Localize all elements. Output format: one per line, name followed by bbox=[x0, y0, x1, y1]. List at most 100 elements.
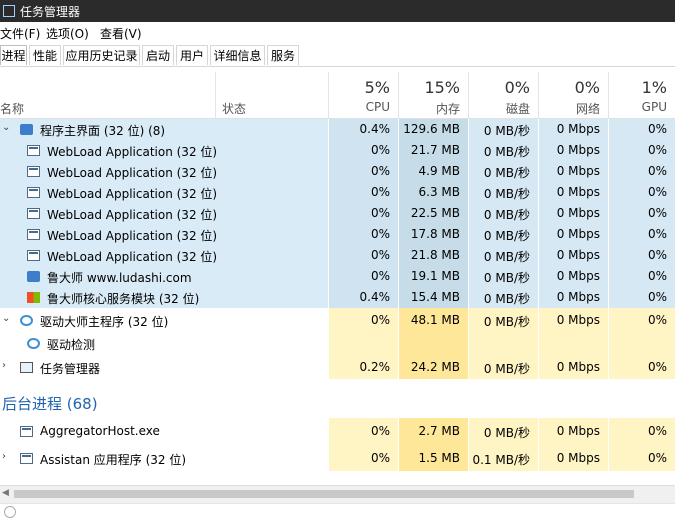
disk-value: 0 MB/秒 bbox=[483, 145, 530, 159]
disk-cell bbox=[468, 332, 538, 355]
process-row[interactable]: WebLoad Application (32 位) 0% 21.7 MB 0 MB/… bbox=[0, 140, 675, 161]
chevron-right-icon[interactable]: › bbox=[2, 360, 6, 371]
gpu-cell: 0% bbox=[608, 161, 675, 182]
process-row[interactable]: WebLoad Application (32 位) 0% 6.3 MB 0 MB/秒… bbox=[0, 182, 675, 203]
cpu-cell: 0.2% bbox=[328, 355, 398, 379]
tab-users[interactable]: 用户 bbox=[176, 45, 208, 65]
tab-startup[interactable]: 启动 bbox=[142, 45, 174, 65]
process-name: WebLoad Application (32 位) bbox=[47, 208, 218, 222]
gpu-value: 0% bbox=[647, 185, 667, 199]
scrollbar-thumb[interactable] bbox=[14, 490, 634, 498]
column-header: 名称 状态 5% CPU 15% 内存 0% 磁盘 0% 网络 1% GPU bbox=[0, 72, 675, 119]
cpu-cell: 0% bbox=[328, 266, 398, 287]
process-name: WebLoad Application (32 位) bbox=[47, 229, 218, 243]
process-row[interactable]: WebLoad Application (32 位) 0% 21.8 MB 0 MB/… bbox=[0, 245, 675, 266]
header-disk[interactable]: 0% 磁盘 bbox=[468, 72, 538, 118]
process-name: Assistan 应用程序 (32 位) bbox=[40, 453, 187, 467]
process-name-cell: ⌄ 程序主界面 (32 位) (8) bbox=[0, 119, 328, 140]
gpu-value: 0% bbox=[647, 122, 667, 136]
process-name-cell: WebLoad Application (32 位) bbox=[0, 245, 328, 266]
net-value: 0 Mbps bbox=[556, 164, 600, 178]
disk-value: 0 MB/秒 bbox=[483, 208, 530, 222]
process-row[interactable]: WebLoad Application (32 位) 0% 22.5 MB 0 MB/… bbox=[0, 203, 675, 224]
mem-cell: 19.1 MB bbox=[398, 266, 468, 287]
process-row[interactable]: AggregatorHost.exe 0% 2.7 MB 0 MB/秒 0 Mbps 0% bbox=[0, 418, 675, 445]
header-network[interactable]: 0% 网络 bbox=[538, 72, 608, 118]
process-row[interactable]: 驱动检测 bbox=[0, 332, 675, 355]
menu-view[interactable]: 查看(V) bbox=[100, 25, 142, 42]
process-row[interactable]: WebLoad Application (32 位) 0% 4.9 MB 0 MB/秒… bbox=[0, 161, 675, 182]
process-row[interactable]: ⌄ 驱动大师主程序 (32 位) 0% 48.1 MB 0 MB/秒 0 Mbps 0% bbox=[0, 308, 675, 332]
app-icon bbox=[27, 271, 40, 282]
disk-cell: 0.1 MB/秒 bbox=[468, 445, 538, 471]
header-gpu[interactable]: 1% GPU bbox=[608, 72, 675, 118]
process-name-cell: WebLoad Application (32 位) bbox=[0, 182, 328, 203]
disk-cell: 0 MB/秒 bbox=[468, 203, 538, 224]
cpu-value: 0% bbox=[370, 451, 390, 465]
mem-value: 22.5 MB bbox=[410, 206, 460, 220]
gpu-value: 0% bbox=[647, 451, 667, 465]
process-row[interactable]: ⌄ 程序主界面 (32 位) (8) 0.4% 129.6 MB 0 MB/秒 0 Mbp… bbox=[0, 119, 675, 140]
mem-cell: 2.7 MB bbox=[398, 418, 468, 445]
header-status[interactable]: 状态 bbox=[215, 72, 328, 118]
disk-cell: 0 MB/秒 bbox=[468, 161, 538, 182]
chevron-down-icon[interactable]: ⌄ bbox=[2, 313, 10, 324]
menu-options[interactable]: 选项(O) bbox=[46, 25, 89, 42]
tab-processes[interactable]: 进程 bbox=[0, 45, 27, 65]
net-value: 0 Mbps bbox=[556, 227, 600, 241]
process-row[interactable]: 鲁大师 www.ludashi.com 0% 19.1 MB 0 MB/秒 0 Mbps… bbox=[0, 266, 675, 287]
process-name: WebLoad Application (32 位) bbox=[47, 250, 218, 264]
tab-app-history[interactable]: 应用历史记录 bbox=[63, 45, 140, 65]
mem-value: 21.8 MB bbox=[410, 248, 460, 262]
net-value: 0 Mbps bbox=[556, 451, 600, 465]
process-name: AggregatorHost.exe bbox=[40, 424, 160, 438]
fewer-details-icon[interactable] bbox=[4, 506, 16, 518]
mem-cell: 1.5 MB bbox=[398, 445, 468, 471]
tab-services[interactable]: 服务 bbox=[267, 45, 299, 65]
process-row[interactable]: WebLoad Application (32 位) 0% 17.8 MB 0 MB/… bbox=[0, 224, 675, 245]
menu-file[interactable]: 文件(F) bbox=[0, 25, 40, 42]
gpu-value: 0% bbox=[647, 248, 667, 262]
chevron-down-icon[interactable]: ⌄ bbox=[2, 122, 10, 133]
mem-cell: 22.5 MB bbox=[398, 203, 468, 224]
header-name[interactable]: 名称 bbox=[0, 72, 215, 118]
gpu-cell: 0% bbox=[608, 245, 675, 266]
header-cpu-percent: 5% bbox=[364, 78, 390, 97]
scroll-left-icon[interactable]: ◀ bbox=[2, 488, 9, 498]
gpu-value: 0% bbox=[647, 290, 667, 304]
chevron-right-icon[interactable]: › bbox=[2, 451, 6, 462]
window-icon bbox=[20, 426, 33, 437]
tab-details[interactable]: 详细信息 bbox=[210, 45, 265, 65]
gpu-cell: 0% bbox=[608, 355, 675, 379]
header-cpu[interactable]: 5% CPU bbox=[328, 72, 398, 118]
cpu-value: 0% bbox=[370, 313, 390, 327]
horizontal-scrollbar[interactable]: ◀ bbox=[0, 485, 675, 503]
gpu-value: 0% bbox=[647, 143, 667, 157]
net-cell: 0 Mbps bbox=[538, 203, 608, 224]
process-row[interactable]: 鲁大师核心服务模块 (32 位) 0.4% 15.4 MB 0 MB/秒 0 Mbps 0… bbox=[0, 287, 675, 308]
header-gpu-label: GPU bbox=[641, 100, 667, 114]
cpu-value: 0% bbox=[370, 206, 390, 220]
cpu-value: 0% bbox=[370, 269, 390, 283]
net-value: 0 Mbps bbox=[556, 248, 600, 262]
menu-bar: 文件(F) 选项(O) 查看(V) bbox=[0, 22, 675, 42]
cpu-cell: 0% bbox=[328, 245, 398, 266]
process-row[interactable]: › 任务管理器 0.2% 24.2 MB 0 MB/秒 0 Mbps 0% bbox=[0, 355, 675, 379]
net-cell: 0 Mbps bbox=[538, 445, 608, 471]
process-row[interactable]: › Assistan 应用程序 (32 位) 0% 1.5 MB 0.1 MB/秒 0 M… bbox=[0, 445, 675, 471]
disk-value: 0 MB/秒 bbox=[483, 426, 530, 440]
window-icon bbox=[27, 145, 40, 156]
windows-flag-icon bbox=[27, 292, 40, 303]
cpu-value: 0.2% bbox=[359, 360, 391, 374]
net-cell: 0 Mbps bbox=[538, 418, 608, 445]
cpu-cell: 0% bbox=[328, 161, 398, 182]
cpu-cell bbox=[328, 332, 398, 355]
tab-performance[interactable]: 性能 bbox=[29, 45, 61, 65]
cpu-cell: 0% bbox=[328, 418, 398, 445]
header-memory[interactable]: 15% 内存 bbox=[398, 72, 468, 118]
mem-value: 6.3 MB bbox=[418, 185, 460, 199]
gpu-cell: 0% bbox=[608, 203, 675, 224]
window-icon bbox=[27, 250, 40, 261]
mem-cell bbox=[398, 332, 468, 355]
net-value: 0 Mbps bbox=[556, 290, 600, 304]
